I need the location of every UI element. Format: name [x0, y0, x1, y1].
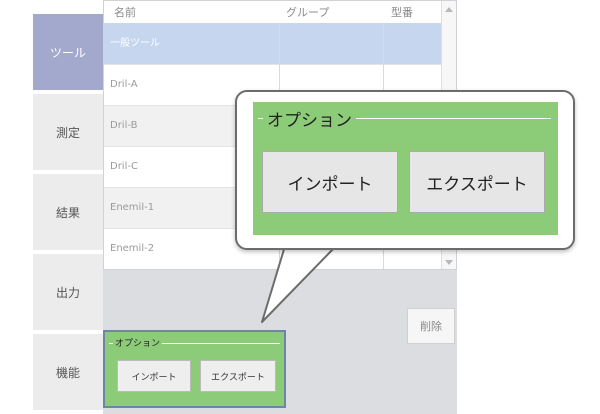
cell-name: Dril-A: [110, 79, 138, 90]
nav-item-result[interactable]: 結果: [33, 174, 103, 252]
import-label: インポート: [287, 174, 373, 195]
import-button[interactable]: インポート: [117, 360, 191, 392]
cell-name: Dril-C: [110, 161, 138, 172]
nav-item-label: 出力: [55, 285, 80, 300]
nav-item-function[interactable]: 機能: [33, 334, 103, 412]
delete-label: 削除: [420, 320, 442, 333]
table-header: 名前 グループ 型番: [104, 1, 442, 23]
scroll-down-icon[interactable]: [445, 260, 453, 265]
callout-bubble: オプション インポート エクスポート: [235, 90, 575, 250]
options-group: オプション インポート エクスポート: [103, 330, 286, 408]
cell-name: Enemil-1: [110, 202, 155, 213]
options-legend: オプション: [113, 336, 163, 349]
nav-item-measure[interactable]: 測定: [33, 94, 103, 172]
nav-item-label: 測定: [55, 125, 80, 140]
side-navigation: ツール 測定 結果 出力 機能: [33, 0, 103, 414]
row-divider: [104, 64, 442, 65]
column-header-group[interactable]: グループ: [286, 4, 329, 20]
delete-button[interactable]: 削除: [407, 308, 455, 344]
cell-name: Enemil-2: [110, 243, 155, 254]
options-group-magnified: オプション インポート エクスポート: [253, 102, 558, 235]
nav-item-tool[interactable]: ツール: [33, 14, 103, 92]
scroll-up-icon[interactable]: [445, 7, 453, 12]
nav-item-label: 結果: [55, 205, 80, 220]
import-label: インポート: [131, 372, 177, 383]
table-row[interactable]: 一般ツール: [104, 23, 442, 64]
nav-item-label: 機能: [55, 365, 80, 380]
nav-item-output[interactable]: 出力: [33, 254, 103, 332]
export-button[interactable]: エクスポート: [200, 360, 276, 392]
nav-item-label: ツール: [49, 45, 86, 60]
export-button[interactable]: エクスポート: [409, 151, 545, 213]
export-label: エクスポート: [211, 372, 265, 383]
cell-name: 一般ツール: [110, 38, 160, 49]
options-legend: オプション: [263, 106, 356, 131]
import-button[interactable]: インポート: [262, 151, 398, 213]
column-header-name[interactable]: 名前: [114, 4, 136, 20]
export-label: エクスポート: [426, 174, 528, 195]
column-header-model[interactable]: 型番: [391, 4, 413, 20]
cell-name: Dril-B: [110, 120, 138, 131]
